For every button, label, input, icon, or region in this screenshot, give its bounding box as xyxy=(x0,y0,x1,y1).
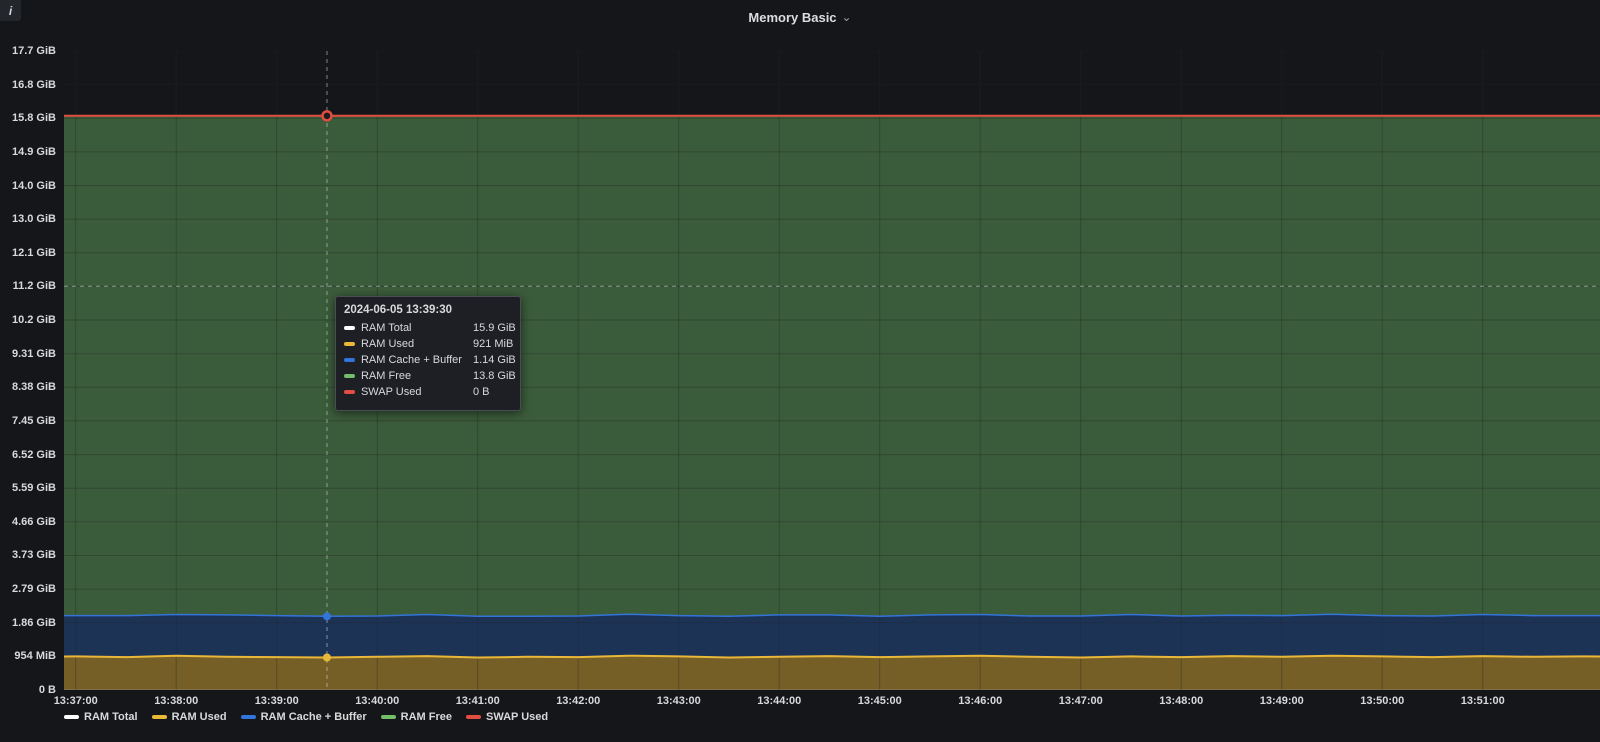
x-axis-label: 13:38:00 xyxy=(131,695,221,707)
x-axis-label: 13:49:00 xyxy=(1237,695,1327,707)
legend-swatch-icon xyxy=(64,715,79,719)
y-axis-label: 954 MiB xyxy=(0,650,56,662)
tooltip-series-label: RAM Used xyxy=(361,338,473,350)
x-axis-label: 13:43:00 xyxy=(634,695,724,707)
legend-item-ram-free[interactable]: RAM Free xyxy=(381,711,452,723)
x-axis-label: 13:48:00 xyxy=(1136,695,1226,707)
memory-basic-panel: i Memory Basic ⌄ 17.7 GiB 16.8 GiB 15.8 Gi… xyxy=(0,0,1600,742)
y-axis-label: 8.38 GiB xyxy=(0,381,56,393)
legend-swatch-icon xyxy=(152,715,167,719)
series-area-ram-free xyxy=(64,116,1600,617)
x-axis-label: 13:41:00 xyxy=(433,695,523,707)
chart-legend: RAM Total RAM Used RAM Cache + Buffer RAM F… xyxy=(64,711,562,723)
legend-label: RAM Cache + Buffer xyxy=(261,711,367,723)
tooltip-series-value: 921 MiB xyxy=(473,338,513,350)
series-area-ram-used xyxy=(64,656,1600,690)
x-axis-label: 13:45:00 xyxy=(835,695,925,707)
x-axis-label: 13:46:00 xyxy=(935,695,1025,707)
chart-plot-area[interactable] xyxy=(64,51,1600,690)
y-axis-label: 3.73 GiB xyxy=(0,549,56,561)
y-axis-label: 13.0 GiB xyxy=(0,213,56,225)
y-axis-label: 6.52 GiB xyxy=(0,449,56,461)
tooltip-series-label: SWAP Used xyxy=(361,386,473,398)
legend-label: SWAP Used xyxy=(486,711,548,723)
legend-item-ram-cache-buffer[interactable]: RAM Cache + Buffer xyxy=(241,711,367,723)
chart-tooltip: 2024-06-05 13:39:30 RAM Total15.9 GiBRAM… xyxy=(335,296,521,411)
tooltip-series-swatch-icon xyxy=(344,374,355,378)
panel-info-icon[interactable]: i xyxy=(0,0,21,21)
tooltip-series-label: RAM Cache + Buffer xyxy=(361,354,473,366)
tooltip-timestamp: 2024-06-05 13:39:30 xyxy=(344,304,512,316)
y-axis-label: 9.31 GiB xyxy=(0,348,56,360)
y-axis-label: 11.2 GiB xyxy=(0,280,56,292)
legend-swatch-icon xyxy=(241,715,256,719)
y-axis-label: 15.8 GiB xyxy=(0,112,56,124)
y-axis-label: 4.66 GiB xyxy=(0,516,56,528)
y-axis-label: 16.8 GiB xyxy=(0,79,56,91)
tooltip-series-swatch-icon xyxy=(344,358,355,362)
legend-item-ram-total[interactable]: RAM Total xyxy=(64,711,138,723)
y-axis-label: 14.0 GiB xyxy=(0,180,56,192)
x-axis-label: 13:40:00 xyxy=(332,695,422,707)
x-axis-label: 13:44:00 xyxy=(734,695,824,707)
tooltip-row: SWAP Used0 B xyxy=(344,386,512,398)
x-axis-label: 13:37:00 xyxy=(31,695,121,707)
y-axis-label: 10.2 GiB xyxy=(0,314,56,326)
chevron-down-icon: ⌄ xyxy=(842,12,852,22)
legend-swatch-icon xyxy=(381,715,396,719)
x-axis-label: 13:50:00 xyxy=(1337,695,1427,707)
y-axis-label: 5.59 GiB xyxy=(0,482,56,494)
tooltip-series-value: 1.14 GiB xyxy=(473,354,516,366)
hover-point-dot xyxy=(323,612,331,620)
x-axis-label: 13:42:00 xyxy=(533,695,623,707)
tooltip-row: RAM Cache + Buffer1.14 GiB xyxy=(344,354,512,366)
panel-title[interactable]: Memory Basic xyxy=(748,10,836,25)
tooltip-row: RAM Total15.9 GiB xyxy=(344,322,512,334)
y-axis-label: 7.45 GiB xyxy=(0,415,56,427)
tooltip-series-value: 15.9 GiB xyxy=(473,322,516,334)
x-axis-label: 13:47:00 xyxy=(1036,695,1126,707)
legend-item-ram-used[interactable]: RAM Used xyxy=(152,711,227,723)
y-axis-label: 17.7 GiB xyxy=(0,45,56,57)
tooltip-row: RAM Free13.8 GiB xyxy=(344,370,512,382)
y-axis-label: 1.86 GiB xyxy=(0,617,56,629)
tooltip-series-swatch-icon xyxy=(344,390,355,394)
y-axis-label: 12.1 GiB xyxy=(0,247,56,259)
y-axis-label: 2.79 GiB xyxy=(0,583,56,595)
series-area-ram-cache-buffer xyxy=(64,614,1600,657)
panel-header[interactable]: Memory Basic ⌄ xyxy=(0,0,1600,34)
x-axis-label: 13:39:00 xyxy=(232,695,322,707)
hover-point-dot xyxy=(323,653,331,661)
tooltip-series-label: RAM Free xyxy=(361,370,473,382)
legend-label: RAM Free xyxy=(401,711,452,723)
tooltip-series-value: 13.8 GiB xyxy=(473,370,516,382)
legend-item-swap-used[interactable]: SWAP Used xyxy=(466,711,548,723)
tooltip-series-label: RAM Total xyxy=(361,322,473,334)
hover-point-ring xyxy=(322,111,331,120)
tooltip-row: RAM Used921 MiB xyxy=(344,338,512,350)
legend-label: RAM Used xyxy=(172,711,227,723)
tooltip-rows: RAM Total15.9 GiBRAM Used921 MiBRAM Cach… xyxy=(344,322,512,398)
tooltip-series-swatch-icon xyxy=(344,326,355,330)
tooltip-series-swatch-icon xyxy=(344,342,355,346)
y-axis-label: 14.9 GiB xyxy=(0,146,56,158)
x-axis-label: 13:51:00 xyxy=(1438,695,1528,707)
legend-swatch-icon xyxy=(466,715,481,719)
legend-label: RAM Total xyxy=(84,711,138,723)
tooltip-series-value: 0 B xyxy=(473,386,490,398)
